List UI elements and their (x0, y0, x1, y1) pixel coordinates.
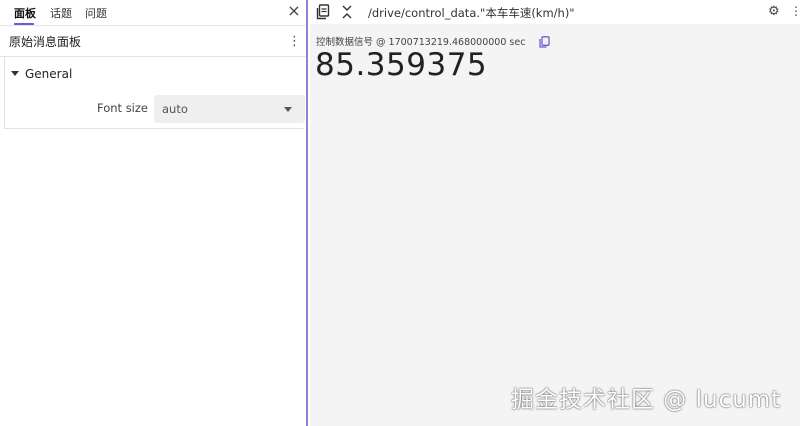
topic-path[interactable]: /drive/control_data."本车车速(km/h)" (368, 5, 575, 21)
settings-sidebar: 面板 话题 问题 × 原始消息面板 ⋮ General Font size au… (0, 0, 308, 426)
font-size-label: Font size (97, 101, 148, 115)
chevron-down-icon (284, 107, 292, 112)
panel-header: 原始消息面板 ⋮ (0, 27, 306, 57)
raw-message-panel: /drive/control_data."本车车速(km/h)" ⚙ ⋮ 控制数… (310, 0, 800, 426)
message-meta: 控制数据信号 @ 1700713219.468000000 sec (316, 37, 526, 48)
more-vert-icon[interactable]: ⋮ (790, 4, 800, 18)
tab-topics[interactable]: 话题 (50, 5, 72, 21)
message-value: 85.359375 (315, 47, 488, 83)
active-tab-indicator (14, 23, 34, 25)
sidebar-tabs: 面板 话题 问题 × (0, 0, 306, 26)
gear-icon[interactable]: ⚙ (768, 4, 780, 19)
more-vert-icon[interactable]: ⋮ (288, 34, 301, 50)
font-size-select[interactable]: auto (154, 95, 305, 123)
section-general[interactable]: General (0, 62, 306, 86)
section-general-label: General (25, 67, 73, 81)
close-icon[interactable]: × (287, 3, 301, 19)
panel-toolbar: /drive/control_data."本车车速(km/h)" ⚙ ⋮ (310, 0, 800, 24)
font-size-row: Font size auto (0, 94, 306, 124)
collapse-icon[interactable] (341, 4, 355, 20)
font-size-value: auto (162, 102, 188, 116)
copy-panel-icon[interactable] (316, 4, 330, 20)
panel-title: 原始消息面板 (9, 35, 82, 49)
tab-panel[interactable]: 面板 (14, 5, 36, 21)
watermark: 掘金技术社区 @ lucumt (511, 387, 782, 413)
tab-problems[interactable]: 问题 (85, 5, 107, 21)
copy-icon[interactable] (539, 33, 550, 48)
section-divider (4, 128, 304, 129)
caret-down-icon (11, 71, 19, 76)
